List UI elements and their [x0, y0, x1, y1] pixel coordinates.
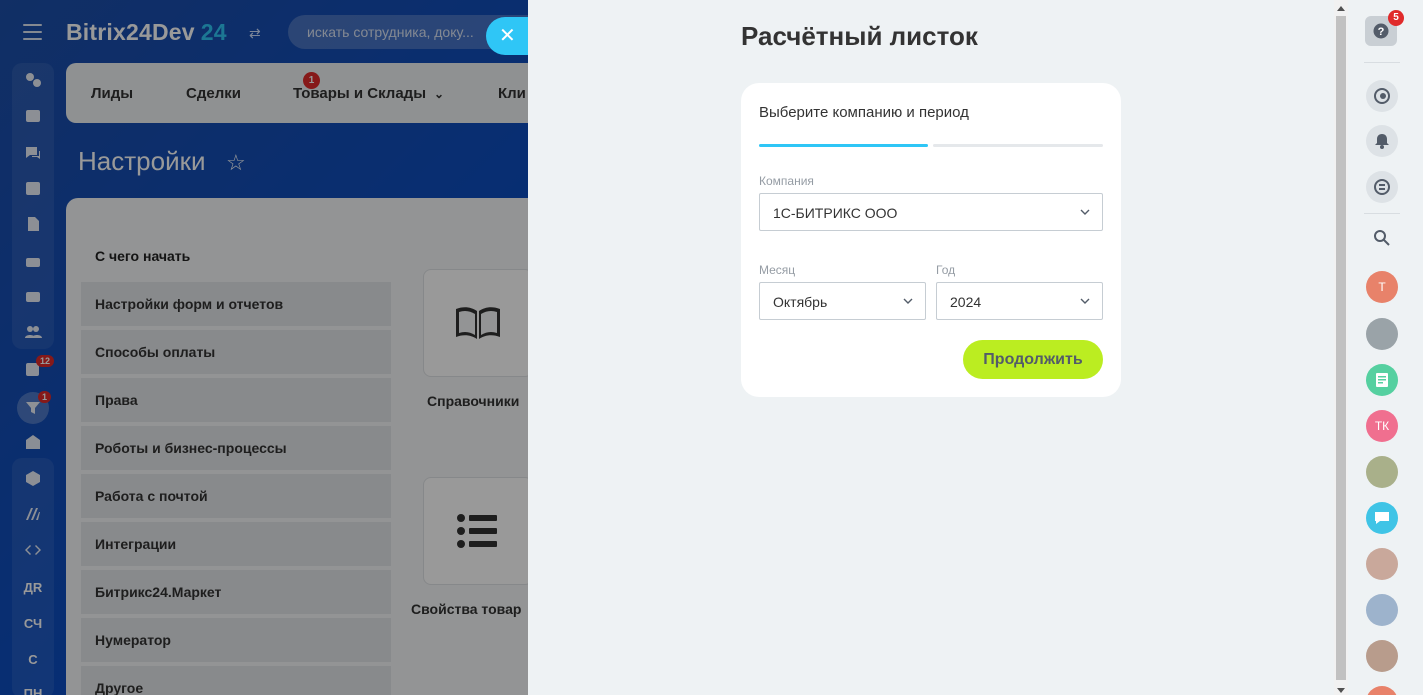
avatar[interactable]: T: [1366, 271, 1398, 303]
payslip-slider-panel: Расчётный листок Выберите компанию и пер…: [528, 0, 1348, 695]
form-step-title: Выберите компанию и период: [759, 104, 969, 121]
company-select[interactable]: 1С-БИТРИКС ООО: [759, 193, 1103, 231]
search-icon: [1374, 230, 1390, 246]
avatar[interactable]: [1366, 318, 1398, 350]
chevron-down-icon: [1079, 205, 1091, 217]
avatar[interactable]: [1366, 594, 1398, 626]
slider-title: Расчётный листок: [741, 21, 978, 51]
close-icon: ✕: [499, 25, 516, 47]
scrollbar-thumb[interactable]: [1336, 16, 1346, 680]
bell-icon: [1375, 134, 1389, 149]
year-field-label: Год: [936, 263, 956, 277]
avatar[interactable]: ТК: [1366, 410, 1398, 442]
right-rail: ? 5 T ТК: [1348, 0, 1423, 695]
copilot-button[interactable]: [1366, 80, 1398, 112]
avatar[interactable]: [1366, 640, 1398, 672]
year-select[interactable]: 2024: [936, 282, 1103, 320]
notifications-button[interactable]: [1366, 125, 1398, 157]
chevron-down-icon: [902, 294, 914, 306]
payslip-form-card: Выберите компанию и период Компания 1С-Б…: [741, 83, 1121, 397]
month-select-value: Октябрь: [773, 294, 828, 310]
avatar[interactable]: [1366, 502, 1398, 534]
avatar[interactable]: [1366, 456, 1398, 488]
continue-button[interactable]: Продолжить: [963, 340, 1103, 379]
avatar[interactable]: [1366, 686, 1398, 695]
scroll-up-arrow-icon[interactable]: [1337, 6, 1345, 11]
slider-scrollbar[interactable]: [1334, 0, 1348, 695]
svg-text:?: ?: [1378, 26, 1385, 38]
slider-close-button[interactable]: ✕: [486, 17, 534, 55]
avatar[interactable]: [1366, 364, 1398, 396]
year-select-value: 2024: [950, 294, 982, 310]
chat-message-icon: [1375, 512, 1389, 524]
copilot-icon: [1374, 88, 1390, 104]
company-select-value: 1С-БИТРИКС ООО: [773, 205, 898, 221]
help-badge: 5: [1388, 10, 1404, 26]
right-rail-divider: [1364, 62, 1400, 63]
avatar[interactable]: [1366, 548, 1398, 580]
step-progress-remaining: [933, 144, 1103, 147]
right-rail-divider: [1364, 213, 1400, 214]
month-field-label: Месяц: [759, 263, 796, 277]
help-question-icon: ?: [1373, 23, 1389, 39]
open-lines-button[interactable]: [1366, 171, 1398, 203]
company-field-label: Компания: [759, 174, 814, 188]
scroll-down-arrow-icon[interactable]: [1337, 688, 1345, 693]
search-button[interactable]: [1366, 222, 1398, 254]
chat-bubble-icon: [1374, 179, 1390, 195]
step-progress-current: [759, 144, 928, 147]
month-select[interactable]: Октябрь: [759, 282, 926, 320]
group-chat-icon: [1376, 373, 1388, 387]
chevron-down-icon: [1079, 294, 1091, 306]
